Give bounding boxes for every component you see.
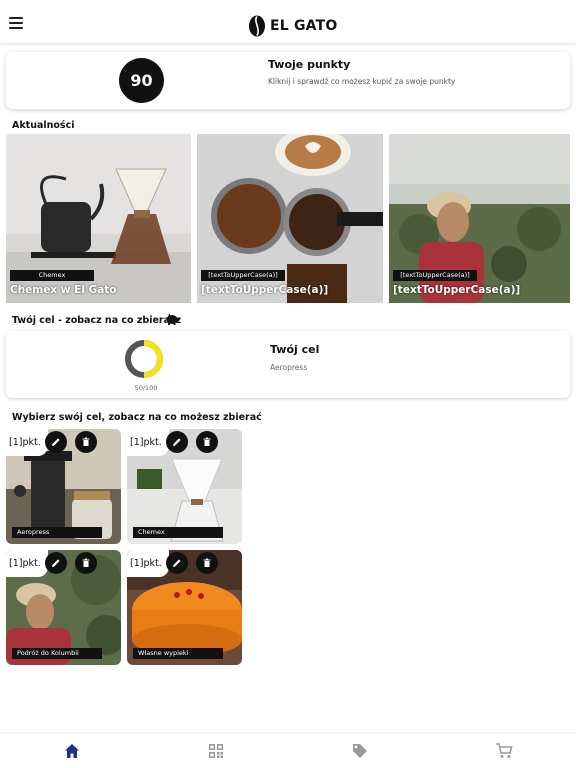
goal-points: [1]pkt. [6, 550, 48, 577]
goal-name: Aeropress [270, 363, 308, 372]
goal-label: Chemex [133, 527, 223, 538]
goal-label: Aeropress [12, 527, 102, 538]
cart-icon[interactable] [495, 742, 513, 760]
goal-points: [1]pkt. [6, 429, 48, 456]
news-title: Chemex w El Gato [10, 284, 117, 296]
trash-icon[interactable] [196, 431, 218, 453]
goal-section-title: Twój cel - zobacz na co zbierasz [12, 315, 182, 326]
qr-code-icon[interactable] [207, 742, 225, 760]
news-tag: Chemex [10, 270, 94, 281]
home-icon[interactable] [63, 742, 81, 760]
pencil-icon[interactable] [166, 431, 188, 453]
trash-icon[interactable] [75, 552, 97, 574]
goal-points: [1]pkt. [127, 550, 169, 577]
goal-tile-aeropress[interactable]: [1]pkt. Aeropress [6, 429, 121, 544]
hamburger-menu-icon[interactable] [9, 17, 23, 29]
pencil-icon[interactable] [45, 431, 67, 453]
pencil-icon[interactable] [166, 552, 188, 574]
points-card[interactable]: 90 Twoje punkty Kliknij i sprawdź co moż… [6, 52, 570, 109]
tags-icon[interactable] [351, 742, 369, 760]
news-tag: [textToUpperCase(a)] [393, 270, 477, 281]
goals-grid-section-title: Wybierz swój cel, zobacz na co możesz zb… [12, 412, 262, 423]
bottom-navigation [0, 732, 576, 768]
points-title: Twoje punkty [268, 58, 351, 71]
news-item-3[interactable]: [textToUpperCase(a)] [textToUpperCase(a)… [389, 134, 570, 303]
points-subtitle: Kliknij i sprawdź co możesz kupić za swo… [268, 77, 456, 86]
points-value: 90 [119, 58, 164, 103]
brand-logo[interactable]: EL GATO [248, 15, 337, 37]
trash-icon[interactable] [75, 431, 97, 453]
news-item-2[interactable]: [textToUpperCase(a)] [textToUpperCase(a)… [197, 134, 383, 303]
piggy-bank-icon [166, 313, 179, 325]
news-item-chemex[interactable]: Chemex Chemex w El Gato [6, 134, 191, 303]
news-section-title: Aktualności [12, 120, 75, 131]
news-title: [textToUpperCase(a)] [201, 284, 329, 296]
goal-title: Twój cel [270, 343, 320, 356]
goal-label: Podróż do Kolumbii [12, 648, 102, 659]
goal-tile-own-pastries[interactable]: [1]pkt. Własne wypieki [127, 550, 242, 665]
pencil-icon[interactable] [45, 552, 67, 574]
goal-tile-colombia-trip[interactable]: [1]pkt. Podróż do Kolumbii [6, 550, 121, 665]
trash-icon[interactable] [196, 552, 218, 574]
top-app-bar: EL GATO [0, 0, 576, 44]
coffee-bean-icon [249, 15, 265, 37]
goal-card[interactable]: 50/100 Twój cel Aeropress [6, 331, 570, 398]
news-tag: [textToUpperCase(a)] [201, 270, 285, 281]
goal-points: [1]pkt. [127, 429, 169, 456]
goal-label: Własne wypieki [133, 648, 223, 659]
goal-progress-ring [125, 340, 163, 378]
goal-tile-chemex[interactable]: [1]pkt. Chemex [127, 429, 242, 544]
goal-progress-text: 50/100 [134, 384, 158, 392]
brand-name: EL GATO [270, 18, 338, 34]
news-title: [textToUpperCase(a)] [393, 284, 521, 296]
